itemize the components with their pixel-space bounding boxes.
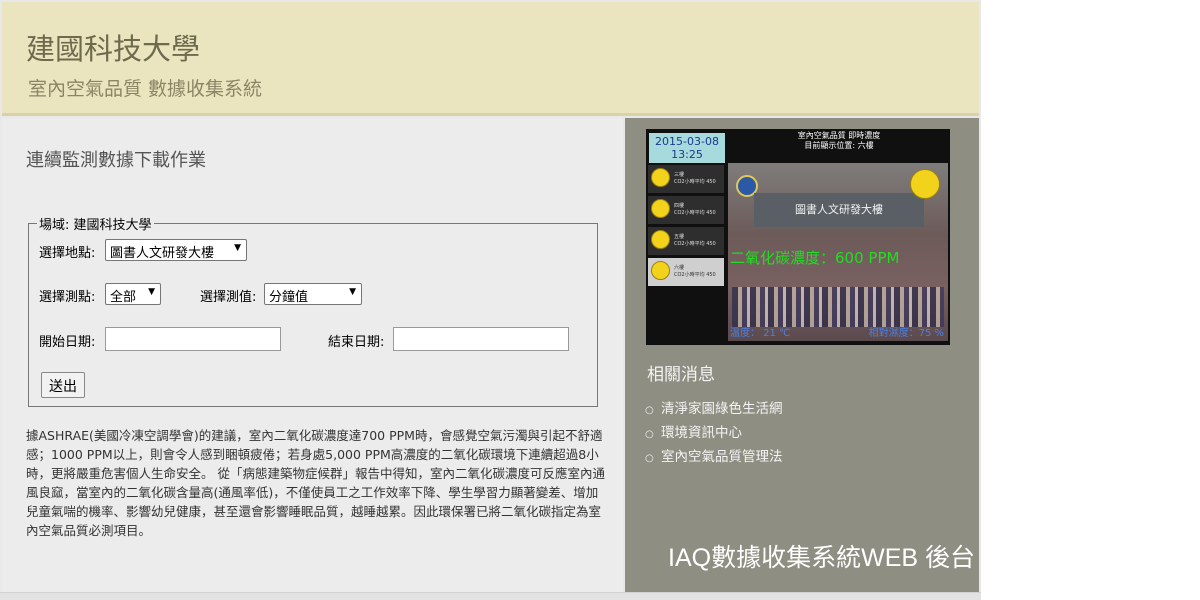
dropdown-arrow-icon: ▼ <box>234 243 241 253</box>
circle-bullet-icon: ○ <box>645 453 654 464</box>
location-tile-text: 六樓 CO2小時平均 450 <box>674 265 716 278</box>
site-header: 建國科技大學 室內空氣品質 數據收集系統 <box>2 2 979 116</box>
measure-select[interactable]: 分鐘值 ▼ <box>264 283 362 305</box>
location-tile-text: 三樓 CO2小時平均 450 <box>674 172 716 185</box>
page-title: 連續監測數據下載作業 <box>26 150 206 171</box>
submit-button[interactable]: 送出 <box>41 372 85 398</box>
news-link[interactable]: ○ 清淨家園綠色生活網 <box>645 398 783 422</box>
display-title-line2: 目前顯示位置: 六樓 <box>804 141 874 150</box>
circle-bullet-icon: ○ <box>645 405 654 416</box>
university-title: 建國科技大學 <box>26 32 201 66</box>
start-date-input[interactable] <box>105 327 281 351</box>
news-link[interactable]: ○ 環境資訊中心 <box>645 422 783 446</box>
location-select[interactable]: 圖書人文研發大樓 ▼ <box>105 239 247 261</box>
location-tile: 四樓 CO2小時平均 450 <box>648 196 724 224</box>
display-title: 室內空氣品質 即時濃度 目前顯示位置: 六樓 <box>730 131 948 151</box>
main-content: 連續監測數據下載作業 場域: 建國科技大學 選擇地點: 圖書人文研發大樓 ▼ 選… <box>2 118 623 592</box>
display-time: 13:25 <box>671 148 703 161</box>
location-tile-active: 六樓 CO2小時平均 450 <box>648 258 724 286</box>
backend-title: IAQ數據收集系統WEB 後台 <box>668 544 975 572</box>
display-title-line1: 室內空氣品質 即時濃度 <box>797 131 881 140</box>
dropdown-arrow-icon: ▼ <box>349 287 356 297</box>
news-link[interactable]: ○ 室內空氣品質管理法 <box>645 446 783 470</box>
display-date: 2015-03-08 <box>655 135 719 148</box>
point-label: 選擇測點: <box>39 290 96 305</box>
co2-reading: 二氧化碳濃度：600 PPM <box>730 249 900 267</box>
crowd-illustration <box>732 287 944 327</box>
smiley-icon <box>910 169 940 199</box>
smiley-icon <box>651 168 670 187</box>
news-heading: 相關消息 <box>647 365 715 385</box>
sidebar: 2015-03-08 13:25 室內空氣品質 即時濃度 目前顯示位置: 六樓 … <box>625 118 979 592</box>
location-select-value: 圖書人文研發大樓 <box>110 246 215 261</box>
page-frame: 建國科技大學 室內空氣品質 數據收集系統 連續監測數據下載作業 場域: 建國科技… <box>0 0 981 600</box>
location-label: 選擇地點: <box>39 246 96 261</box>
start-date-label: 開始日期: <box>39 335 96 350</box>
system-subtitle: 室內空氣品質 數據收集系統 <box>28 78 263 100</box>
point-select[interactable]: 全部 ▼ <box>105 283 161 305</box>
building-photo: 圖書人文研發大樓 二氧化碳濃度：600 PPM 溫度： 21 ℃ 相對濕度：75… <box>728 163 948 341</box>
humidity-reading: 相對濕度：75 % <box>868 328 944 339</box>
building-sign: 圖書人文研發大樓 <box>754 193 924 227</box>
iaq-display-image: 2015-03-08 13:25 室內空氣品質 即時濃度 目前顯示位置: 六樓 … <box>646 129 950 345</box>
location-tile: 五樓 CO2小時平均 450 <box>648 227 724 255</box>
measure-select-value: 分鐘值 <box>269 290 309 305</box>
location-tile-text: 四樓 CO2小時平均 450 <box>674 203 716 216</box>
location-tile: 三樓 CO2小時平均 450 <box>648 165 724 193</box>
smiley-icon <box>651 261 670 280</box>
co2-description: 據ASHRAE(美國冷凍空調學會)的建議，室內二氧化碳濃度達700 PPM時，會… <box>26 428 605 538</box>
point-select-value: 全部 <box>110 290 137 305</box>
end-date-label: 結束日期: <box>328 335 385 350</box>
form-legend: 場域: 建國科技大學 <box>39 218 152 233</box>
location-tile-text: 五樓 CO2小時平均 450 <box>674 234 716 247</box>
circle-bullet-icon: ○ <box>645 429 654 440</box>
bottom-divider <box>0 592 981 600</box>
dropdown-arrow-icon: ▼ <box>148 287 155 297</box>
news-list: ○ 清淨家園綠色生活網 ○ 環境資訊中心 ○ 室內空氣品質管理法 <box>645 398 783 470</box>
query-form: 場域: 建國科技大學 選擇地點: 圖書人文研發大樓 ▼ 選擇測點: 全部 ▼ 選… <box>28 214 598 407</box>
datetime-box: 2015-03-08 13:25 <box>649 133 725 163</box>
end-date-input[interactable] <box>393 327 569 351</box>
smiley-icon <box>651 199 670 218</box>
temperature-reading: 溫度： 21 ℃ <box>730 328 791 339</box>
smiley-icon <box>651 230 670 249</box>
measure-label: 選擇測值: <box>200 290 257 305</box>
